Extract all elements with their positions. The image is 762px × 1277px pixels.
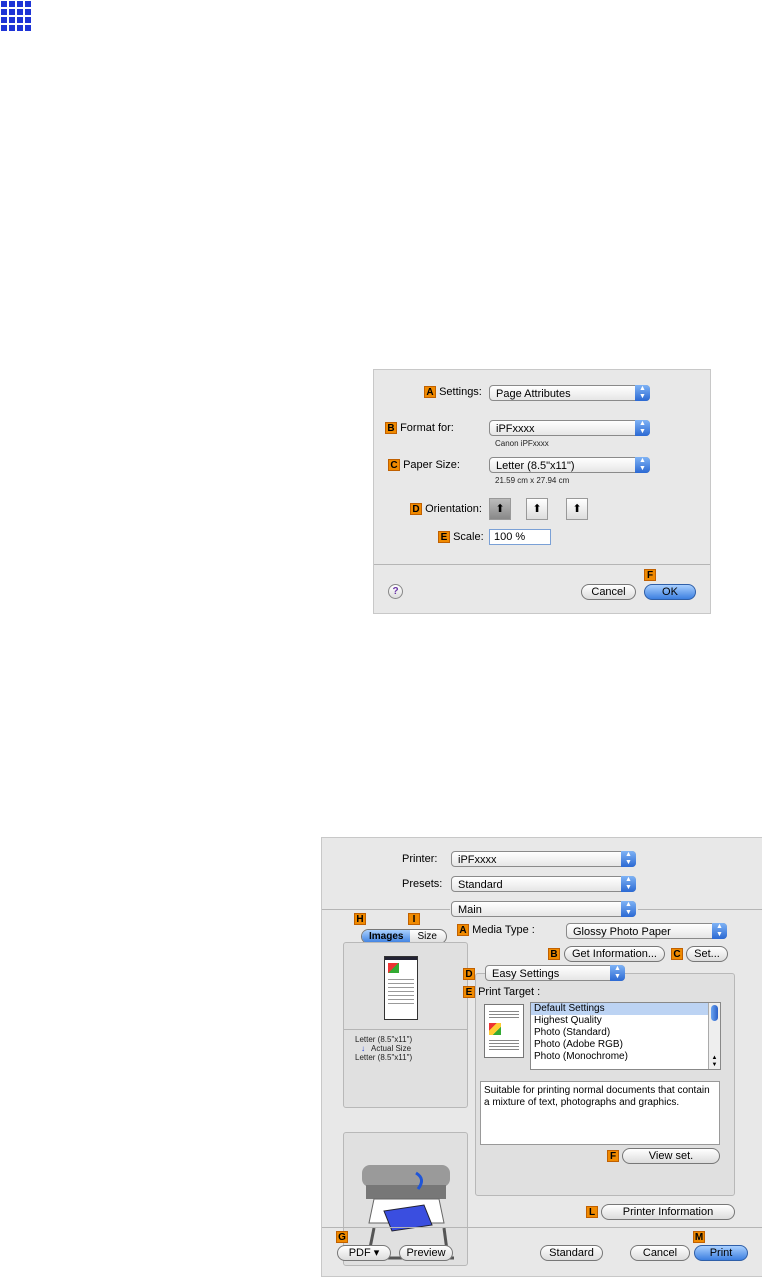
print-target-label: E Print Target : [463, 986, 540, 999]
format-label: B Format for: [385, 422, 454, 435]
list-item[interactable]: Highest Quality [531, 1015, 720, 1027]
scroll-arrows-icon[interactable]: ▲ ▼ [709, 1055, 720, 1069]
popup-arrows-icon: ▲ ▼ [621, 876, 636, 892]
settings-popup[interactable]: Page Attributes ▲ ▼ [489, 385, 650, 401]
list-item[interactable]: Photo (Monochrome) [531, 1051, 720, 1063]
cancel-button[interactable]: Cancel [581, 584, 636, 600]
preview-size-in: Letter (8.5"x11") [355, 1035, 413, 1044]
print-dialog: Printer: iPFxxxx ▲ ▼ Presets: Standard ▲ ▼ M… [321, 837, 762, 1277]
get-information-button[interactable]: Get Information... [564, 946, 665, 962]
tag-c: C [671, 948, 683, 960]
panel-popup[interactable]: Main ▲ ▼ [451, 901, 636, 917]
scale-input[interactable]: 100 % [489, 529, 551, 545]
page-preview [384, 956, 418, 1020]
presets-popup[interactable]: Standard ▲ ▼ [451, 876, 636, 892]
grid-icon [0, 0, 32, 32]
arrow-down-icon: ↓ [361, 1044, 365, 1053]
format-note: Canon iPFxxxx [495, 439, 549, 448]
media-type-popup[interactable]: Glossy Photo Paper ▲ ▼ [566, 923, 727, 939]
preview-button[interactable]: Preview [399, 1245, 453, 1261]
printer-information-button[interactable]: Printer Information [601, 1204, 735, 1220]
list-item[interactable]: Photo (Adobe RGB) [531, 1039, 720, 1051]
preview-scale: Actual Size [371, 1044, 412, 1053]
view-set-button[interactable]: View set. [622, 1148, 720, 1164]
tag-d: D [463, 968, 475, 980]
orientation-landscape-reverse-icon[interactable]: ⬆ [566, 498, 588, 520]
paper-size-note: 21.59 cm x 27.94 cm [495, 476, 570, 485]
tag-i: I [408, 913, 420, 925]
popup-arrows-icon: ▲ ▼ [635, 457, 650, 473]
standard-button[interactable]: Standard [540, 1245, 603, 1261]
tag-f: F [607, 1150, 619, 1162]
print-button[interactable]: Print [694, 1245, 748, 1261]
orientation-landscape-icon[interactable]: ⬆ [526, 498, 548, 520]
presets-label: Presets: [402, 878, 443, 890]
print-target-list[interactable]: Default Settings Highest Quality Photo (… [530, 1002, 721, 1070]
printer-popup[interactable]: iPFxxxx ▲ ▼ [451, 851, 636, 867]
divider [322, 1227, 762, 1228]
orientation-label: D Orientation: [410, 503, 482, 516]
popup-arrows-icon: ▲ ▼ [621, 901, 636, 917]
paper-size-label: C Paper Size: [388, 459, 460, 472]
paper-size-popup[interactable]: Letter (8.5"x11") ▲ ▼ [489, 457, 650, 473]
list-scrollbar[interactable]: ▲ ▼ [708, 1003, 720, 1069]
tag-g: G [336, 1231, 348, 1243]
printer-label: Printer: [402, 853, 438, 865]
target-description: Suitable for printing normal documents t… [480, 1081, 720, 1145]
popup-arrows-icon: ▲ ▼ [635, 385, 650, 401]
preview-size-out: Letter (8.5"x11") [355, 1053, 413, 1062]
page-setup-dialog: A Settings: Page Attributes ▲ ▼ B Format f… [373, 369, 711, 614]
tag-l: L [586, 1206, 598, 1218]
list-item[interactable]: Photo (Standard) [531, 1027, 720, 1039]
popup-arrows-icon: ▲ ▼ [635, 420, 650, 436]
easy-settings-popup[interactable]: Easy Settings ▲ ▼ [485, 965, 625, 981]
scale-label: E Scale: [438, 531, 484, 544]
divider [344, 1029, 467, 1030]
popup-arrows-icon: ▲ ▼ [610, 965, 625, 981]
divider [322, 909, 450, 910]
set-button[interactable]: Set... [686, 946, 728, 962]
tag-h: H [354, 913, 366, 925]
list-item[interactable]: Default Settings [531, 1003, 720, 1015]
media-type-label: A Media Type : [457, 924, 535, 937]
divider [374, 564, 710, 565]
cancel-button[interactable]: Cancel [630, 1245, 690, 1261]
format-popup[interactable]: iPFxxxx ▲ ▼ [489, 420, 650, 436]
popup-arrows-icon: ▲ ▼ [621, 851, 636, 867]
settings-label: A Settings: [424, 386, 482, 399]
tag-f: F [644, 569, 656, 581]
orientation-portrait-icon[interactable]: ⬆ [489, 498, 511, 520]
divider [638, 909, 762, 910]
help-button[interactable]: ? [388, 584, 403, 599]
preview-box: Letter (8.5"x11") ↓ Actual Size Letter (… [343, 942, 468, 1108]
tag-b: B [548, 948, 560, 960]
target-thumbnail-icon [484, 1004, 524, 1058]
ok-button[interactable]: OK [644, 584, 696, 600]
tag-m: M [693, 1231, 705, 1243]
pdf-button[interactable]: PDF ▾ [337, 1245, 391, 1261]
popup-arrows-icon: ▲ ▼ [712, 923, 727, 939]
